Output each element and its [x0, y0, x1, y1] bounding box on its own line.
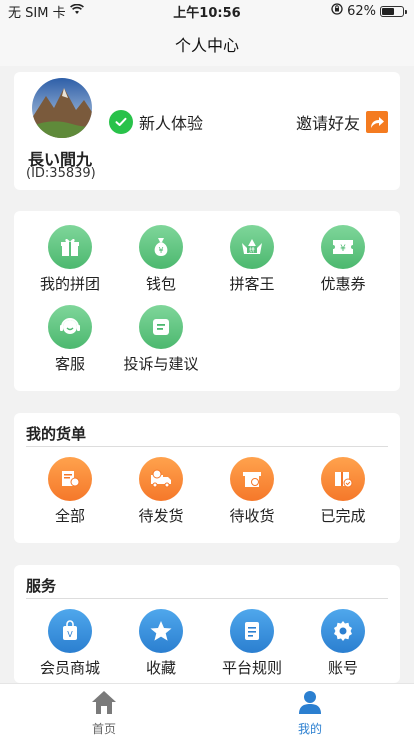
star-icon [139, 609, 183, 653]
shopping-bag-icon: V [48, 609, 92, 653]
tab-mine[interactable]: 我的 [260, 686, 360, 736]
service-platform-rules[interactable]: 平台规则 [209, 609, 295, 678]
order-to-receive[interactable]: 待收货 [209, 457, 295, 526]
gift-icon [48, 225, 92, 269]
document-icon [230, 609, 274, 653]
svg-text:拼: 拼 [249, 246, 255, 254]
svg-text:¥: ¥ [158, 246, 163, 255]
all-orders-icon [48, 457, 92, 501]
services-title: 服务 [26, 577, 57, 595]
feature-label: 客服 [54, 355, 85, 373]
battery-icon [380, 5, 407, 17]
chat-icon [139, 305, 183, 349]
user-icon [260, 686, 360, 718]
home-icon [54, 686, 154, 718]
invite-friends-button[interactable]: 邀请好友 [296, 110, 388, 134]
money-bag-icon: ¥ [139, 225, 183, 269]
feature-label: 投诉与建议 [123, 355, 199, 373]
feature-label: 拼客王 [229, 275, 275, 293]
feature-label: 钱包 [145, 275, 176, 293]
feature-customer-service[interactable]: 客服 [27, 305, 113, 374]
feature-wallet[interactable]: ¥ 钱包 [118, 225, 204, 294]
tab-mine-label: 我的 [297, 722, 322, 736]
tab-home-label: 首页 [91, 722, 116, 736]
divider [26, 598, 388, 599]
battery-percent: 62% [347, 3, 376, 19]
feature-feedback[interactable]: 投诉与建议 [118, 305, 204, 374]
service-favorites[interactable]: 收藏 [118, 609, 204, 678]
service-label: 账号 [327, 659, 358, 677]
newbie-label: 新人体验 [139, 114, 204, 133]
share-icon [366, 111, 388, 133]
nav-bar: 个人中心 [0, 22, 414, 66]
service-label: 收藏 [145, 659, 176, 677]
check-circle-icon [109, 110, 133, 134]
orientation-lock-icon [331, 3, 343, 19]
order-label: 全部 [54, 507, 85, 525]
receive-icon [230, 457, 274, 501]
service-label: 平台规则 [221, 659, 282, 677]
order-label: 待发货 [138, 507, 184, 525]
feature-my-group[interactable]: 我的拼团 [27, 225, 113, 294]
feature-label: 优惠券 [320, 275, 366, 293]
coupon-icon: ¥ [321, 225, 365, 269]
tab-bar: 首页 我的 [0, 683, 414, 736]
status-right: 62% [331, 3, 407, 19]
tab-home[interactable]: 首页 [54, 686, 154, 736]
order-label: 待收货 [229, 507, 275, 525]
services-card: 服务 V 会员商城 收藏 平台规则 账号 [14, 565, 400, 683]
orders-card: 我的货单 全部 待发货 待收货 已完成 [14, 413, 400, 543]
page-title: 个人中心 [174, 36, 239, 55]
divider [26, 446, 388, 447]
svg-text:V: V [67, 630, 73, 639]
feature-coupon[interactable]: ¥ 优惠券 [300, 225, 386, 294]
order-to-ship[interactable]: 待发货 [118, 457, 204, 526]
service-member-mall[interactable]: V 会员商城 [27, 609, 113, 678]
feature-card: 我的拼团 ¥ 钱包 拼 拼客王 ¥ 优惠券 客服 投诉与建议 [14, 211, 400, 391]
profile-card: 長い間九 (ID:35839) 新人体验 邀请好友 [14, 72, 400, 190]
user-id: (ID:35839) [26, 166, 96, 181]
service-label: 会员商城 [39, 659, 100, 677]
newbie-badge[interactable]: 新人体验 [109, 110, 203, 134]
feature-king[interactable]: 拼 拼客王 [209, 225, 295, 294]
battery-fill [382, 7, 395, 15]
truck-icon [139, 457, 183, 501]
orders-title: 我的货单 [26, 425, 87, 443]
order-completed[interactable]: 已完成 [300, 457, 386, 526]
crown-icon: 拼 [230, 225, 274, 269]
invite-label: 邀请好友 [295, 114, 360, 133]
box-check-icon [321, 457, 365, 501]
svg-text:¥: ¥ [340, 244, 346, 254]
order-all[interactable]: 全部 [27, 457, 113, 526]
feature-label: 我的拼团 [39, 275, 100, 293]
gear-icon [321, 609, 365, 653]
status-bar: 无 SIM 卡 上午10:56 62% [0, 0, 414, 22]
avatar[interactable] [32, 78, 92, 138]
headset-icon [48, 305, 92, 349]
service-account[interactable]: 账号 [300, 609, 386, 678]
order-label: 已完成 [320, 507, 366, 525]
